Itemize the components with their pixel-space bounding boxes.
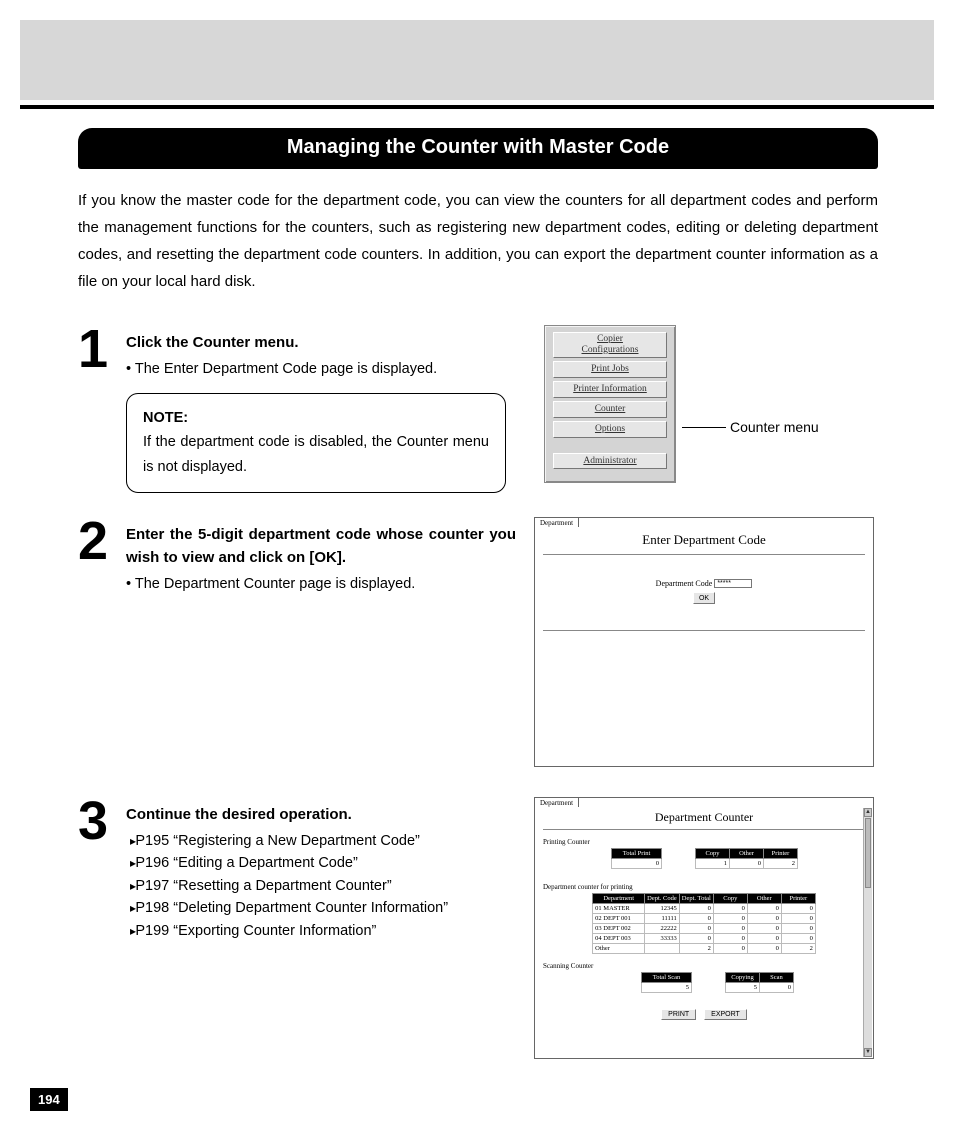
step-bullet: The Department Counter page is displayed…	[126, 573, 516, 595]
table-row: 01 MASTER123450000	[593, 903, 816, 913]
callout-line	[682, 427, 726, 428]
tab-department[interactable]: Department	[534, 517, 579, 527]
scroll-down-icon[interactable]: ▼	[864, 1048, 872, 1057]
page-number: 194	[30, 1088, 68, 1111]
section-heading: Managing the Counter with Master Code	[78, 128, 878, 169]
print-button[interactable]: PRINT	[661, 1009, 696, 1020]
th-printer: Printer	[781, 893, 815, 903]
department-code-input[interactable]	[714, 579, 752, 588]
step-3: 3 Continue the desired operation. P195 “…	[78, 797, 878, 1059]
note-label: NOTE:	[143, 406, 489, 431]
divider	[543, 630, 865, 631]
th-department: Department	[593, 893, 645, 903]
th-other: Other	[747, 893, 781, 903]
menu-administrator-button[interactable]: Administrator	[553, 453, 667, 470]
ok-button[interactable]: OK	[693, 592, 715, 604]
table-row: 5 5 0	[642, 982, 794, 992]
cross-ref: P196 “Editing a Department Code”	[130, 852, 516, 874]
th-dept-total: Dept. Total	[679, 893, 713, 903]
menu-print-jobs-button[interactable]: Print Jobs	[553, 361, 667, 378]
menu-counter-button[interactable]: Counter	[553, 401, 667, 418]
callout-label: Counter menu	[730, 419, 819, 435]
intro-paragraph: If you know the master code for the depa…	[78, 187, 878, 295]
step-3-figure: Department ▲ ▼ Department Counter Printi…	[534, 797, 874, 1059]
step-title: Click the Counter menu.	[126, 331, 526, 354]
step-number: 1	[78, 325, 126, 374]
th-copy: Copy	[696, 848, 730, 858]
table-row: 04 DEPT 003333330000	[593, 933, 816, 943]
step-body: Enter the 5-digit department code whose …	[126, 517, 516, 596]
enter-code-screenshot: Department Enter Department Code Departm…	[534, 517, 874, 767]
th-scan: Scan	[760, 972, 794, 982]
th-copy: Copy	[713, 893, 747, 903]
step-1: 1 Click the Counter menu. The Enter Depa…	[78, 325, 878, 493]
menu-printer-info-button[interactable]: Printer Information	[553, 381, 667, 398]
step-title: Enter the 5-digit department code whose …	[126, 523, 516, 570]
step-2-figure: Department Enter Department Code Departm…	[534, 517, 874, 767]
cross-ref: P198 “Deleting Department Counter Inform…	[130, 897, 516, 919]
th-printer: Printer	[764, 848, 798, 858]
dept-counter-table: Department Dept. Code Dept. Total Copy O…	[592, 893, 816, 954]
printing-counter-table: Total Print Copy Other Printer 0 1 0 2	[611, 848, 798, 869]
step-2: 2 Enter the 5-digit department code whos…	[78, 517, 878, 767]
header-band	[20, 20, 934, 100]
step-1-figure: Copier Configurations Print Jobs Printer…	[544, 325, 819, 483]
divider	[543, 554, 865, 555]
step-body: Continue the desired operation. P195 “Re…	[126, 797, 516, 943]
dept-counter-screenshot: Department ▲ ▼ Department Counter Printi…	[534, 797, 874, 1059]
menu-screenshot: Copier Configurations Print Jobs Printer…	[544, 325, 676, 483]
th-dept-code: Dept. Code	[645, 893, 680, 903]
export-button[interactable]: EXPORT	[704, 1009, 747, 1020]
menu-options-button[interactable]: Options	[553, 421, 667, 438]
scroll-thumb[interactable]	[865, 818, 871, 888]
menu-copier-config-button[interactable]: Copier Configurations	[553, 332, 667, 358]
table-row: 02 DEPT 001111110000	[593, 913, 816, 923]
enter-code-title: Enter Department Code	[535, 518, 873, 548]
table-row: 03 DEPT 002222220000	[593, 923, 816, 933]
step-number: 3	[78, 797, 126, 846]
cross-ref: P197 “Resetting a Department Counter”	[130, 875, 516, 897]
scanning-counter-label: Scanning Counter	[543, 962, 867, 970]
note-box: NOTE: If the department code is disabled…	[126, 393, 506, 493]
step-number: 2	[78, 517, 126, 566]
dept-counter-title: Department Counter	[541, 798, 867, 825]
enter-code-form: Department Code OK	[535, 579, 873, 605]
dept-printing-label: Department counter for printing	[543, 883, 867, 891]
scrollbar[interactable]: ▲ ▼	[863, 808, 872, 1057]
department-code-label: Department Code	[656, 579, 713, 588]
cross-ref: P199 “Exporting Counter Information”	[130, 920, 516, 942]
step-body: Click the Counter menu. The Enter Depart…	[126, 325, 526, 493]
th-copying: Copying	[726, 972, 760, 982]
table-row: 0 1 0 2	[612, 858, 798, 868]
step-title: Continue the desired operation.	[126, 803, 516, 826]
table-row: Other2002	[593, 943, 816, 953]
action-buttons: PRINT EXPORT	[541, 1003, 867, 1021]
step-bullet: The Enter Department Code page is displa…	[126, 358, 526, 380]
content: Managing the Counter with Master Code If…	[78, 128, 878, 1059]
th-other: Other	[730, 848, 764, 858]
tab-department[interactable]: Department	[534, 797, 579, 807]
callout: Counter menu	[676, 419, 819, 435]
note-text: If the department code is disabled, the …	[143, 430, 489, 479]
th-total-print: Total Print	[612, 848, 662, 858]
cross-ref: P195 “Registering a New Department Code”	[130, 830, 516, 852]
th-total-scan: Total Scan	[642, 972, 692, 982]
scroll-up-icon[interactable]: ▲	[864, 808, 872, 817]
divider	[543, 829, 865, 830]
header-rule	[20, 105, 934, 109]
printing-counter-label: Printing Counter	[543, 838, 867, 846]
page: Managing the Counter with Master Code If…	[0, 0, 954, 1145]
scanning-counter-table: Total Scan Copying Scan 5 5 0	[641, 972, 794, 993]
